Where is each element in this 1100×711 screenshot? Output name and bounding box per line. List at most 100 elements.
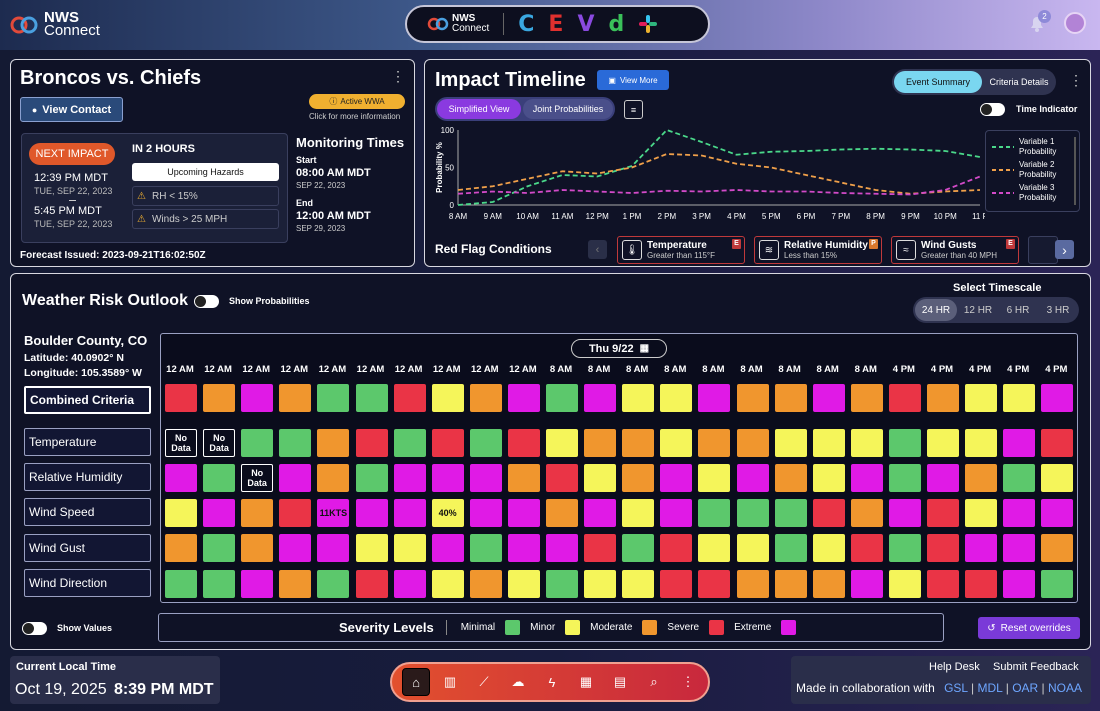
risk-cell[interactable] [203, 464, 236, 492]
risk-cell[interactable] [660, 464, 693, 492]
risk-cell[interactable] [1003, 570, 1036, 598]
risk-cell[interactable] [698, 499, 731, 527]
risk-cell[interactable] [736, 384, 769, 412]
risk-cell[interactable] [850, 384, 883, 412]
risk-cell[interactable] [850, 429, 883, 457]
risk-cell[interactable] [774, 570, 807, 598]
risk-cell[interactable] [1041, 429, 1074, 457]
risk-cell[interactable] [850, 534, 883, 562]
risk-cell[interactable] [241, 429, 274, 457]
hazard-winds[interactable]: ⚠ Winds > 25 MPH [132, 209, 279, 229]
time-indicator-toggle[interactable] [980, 103, 1005, 116]
risk-cell[interactable] [888, 464, 921, 492]
app-c-icon[interactable]: C [518, 12, 534, 37]
risk-cell[interactable] [622, 464, 655, 492]
risk-cell[interactable] [774, 534, 807, 562]
risk-cell[interactable] [660, 534, 693, 562]
risk-cell[interactable]: No Data [203, 429, 236, 457]
app-nws-connect[interactable]: NWS Connect [427, 14, 489, 34]
red-flag-overflow-card[interactable] [1028, 236, 1058, 264]
risk-cell[interactable] [507, 534, 540, 562]
risk-cell[interactable] [660, 499, 693, 527]
risk-cell[interactable] [965, 384, 998, 412]
partner-mdl[interactable]: MDL [977, 681, 1002, 695]
risk-cell[interactable] [507, 464, 540, 492]
risk-cell[interactable] [355, 534, 388, 562]
risk-cell[interactable]: 11KTS [317, 499, 350, 527]
risk-cell[interactable] [431, 570, 464, 598]
risk-cell[interactable] [469, 384, 502, 412]
home-icon[interactable]: ⌂ [402, 668, 430, 696]
risk-cell[interactable] [165, 534, 197, 562]
risk-cell[interactable] [584, 499, 617, 527]
risk-cell[interactable] [1003, 464, 1036, 492]
risk-cell[interactable] [736, 499, 769, 527]
row-label[interactable]: Combined Criteria [24, 386, 151, 414]
risk-cell[interactable] [927, 384, 959, 412]
document-icon[interactable]: ▤ [606, 668, 634, 696]
risk-cell[interactable] [393, 570, 426, 598]
joint-probabilities-tab[interactable]: Joint Probabilities [523, 99, 613, 119]
map-icon[interactable]: ▥ [436, 668, 464, 696]
timescale-12hr[interactable]: 12 HR [959, 299, 997, 321]
risk-cell[interactable] [736, 429, 769, 457]
risk-cell[interactable] [888, 384, 921, 412]
risk-cell[interactable] [165, 570, 197, 598]
risk-cell[interactable] [660, 429, 693, 457]
risk-cell[interactable] [1041, 384, 1074, 412]
prev-arrow-icon[interactable]: ‹ [588, 240, 607, 259]
risk-cell[interactable] [965, 570, 998, 598]
row-label[interactable]: Temperature [24, 428, 151, 456]
risk-cell[interactable] [317, 570, 350, 598]
red-flag-humidity[interactable]: ≋ Relative Humidity Less than 15% P [754, 236, 882, 264]
risk-cell[interactable] [546, 384, 578, 412]
next-arrow-icon[interactable]: › [1055, 240, 1074, 259]
show-probabilities-toggle[interactable] [194, 295, 219, 308]
date-picker[interactable]: Thu 9/22 ▦ [571, 339, 667, 358]
partner-oar[interactable]: OAR [1012, 681, 1038, 695]
simplified-view-tab[interactable]: Simplified View [437, 99, 521, 119]
risk-cell[interactable] [584, 464, 617, 492]
show-values-toggle[interactable] [22, 622, 47, 635]
hazard-rh[interactable]: ⚠ RH < 15% [132, 186, 279, 206]
risk-cell[interactable] [279, 499, 312, 527]
risk-cell[interactable] [888, 534, 921, 562]
risk-cell[interactable] [203, 499, 236, 527]
risk-cell[interactable] [1003, 499, 1036, 527]
risk-cell[interactable] [622, 570, 655, 598]
risk-cell[interactable] [965, 464, 998, 492]
more-menu-icon[interactable]: ⋮ [1069, 72, 1083, 89]
risk-cell[interactable] [698, 464, 731, 492]
risk-cell[interactable] [546, 464, 578, 492]
risk-cell[interactable] [774, 499, 807, 527]
risk-cell[interactable] [1041, 570, 1074, 598]
risk-cell[interactable] [927, 464, 959, 492]
nws-connect-logo[interactable]: NWS Connect [10, 10, 100, 38]
app-ds-icon[interactable]: d [608, 12, 624, 37]
legend-item[interactable]: Variable 3 Probability [992, 183, 1065, 203]
risk-cell[interactable] [584, 384, 617, 412]
risk-cell[interactable] [1041, 499, 1074, 527]
risk-cell[interactable] [241, 534, 274, 562]
red-flag-temperature[interactable]: 🌡 Temperature Greater than 115°F E [617, 236, 745, 264]
risk-cell[interactable] [812, 570, 845, 598]
risk-cell[interactable] [584, 534, 617, 562]
lightning-icon[interactable]: ϟ [538, 668, 566, 696]
risk-cell[interactable] [507, 384, 540, 412]
timescale-3hr[interactable]: 3 HR [1039, 299, 1077, 321]
cloud-icon[interactable]: ☁ [504, 668, 532, 696]
risk-cell[interactable] [393, 384, 426, 412]
chart-icon[interactable]: ⟋ [470, 668, 498, 696]
risk-cell[interactable] [698, 384, 731, 412]
risk-cell[interactable]: No Data [241, 464, 274, 492]
risk-cell[interactable] [812, 429, 845, 457]
risk-cell[interactable] [317, 464, 350, 492]
red-flag-wind-gusts[interactable]: ≈ Wind Gusts Greater than 40 MPH E [891, 236, 1019, 264]
risk-cell[interactable] [622, 534, 655, 562]
risk-cell[interactable] [355, 429, 388, 457]
risk-cell[interactable] [965, 499, 998, 527]
risk-cell[interactable] [165, 384, 197, 412]
risk-cell[interactable] [1003, 429, 1036, 457]
risk-cell[interactable] [546, 499, 578, 527]
risk-cell[interactable] [1003, 534, 1036, 562]
